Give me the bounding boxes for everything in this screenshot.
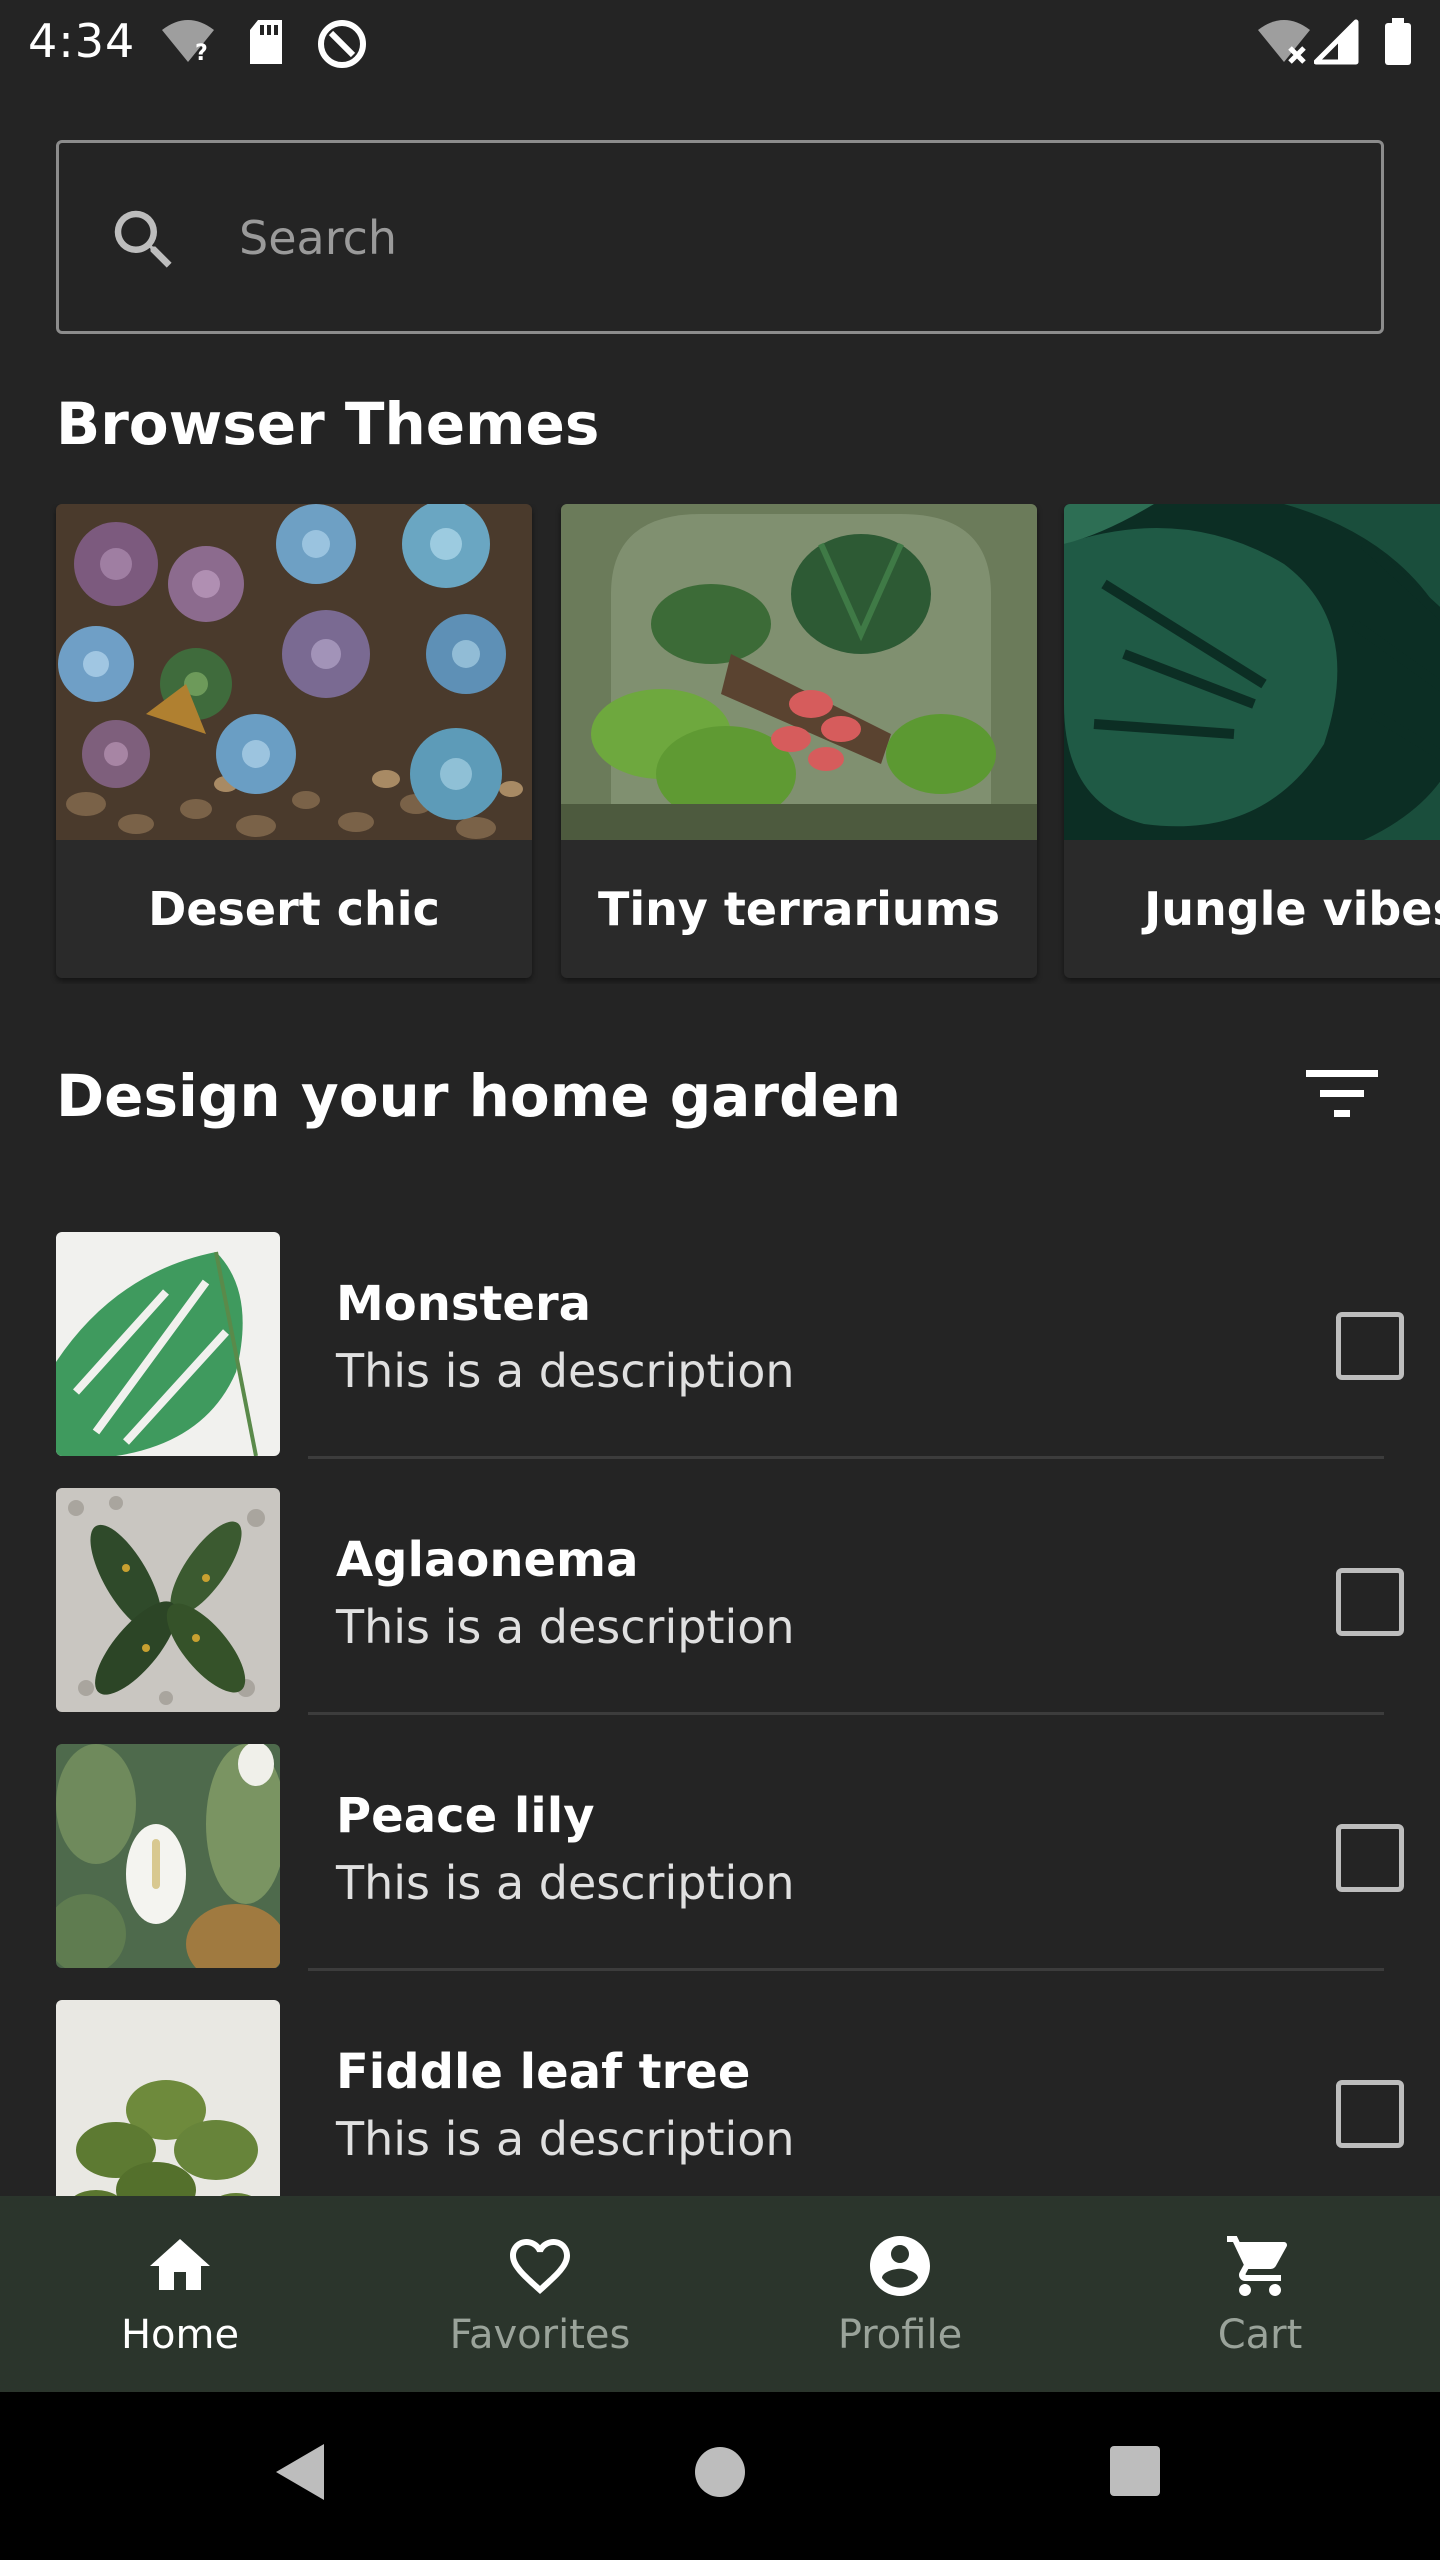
plant-checkbox[interactable]: [1336, 1568, 1404, 1636]
tiny-terrariums-image: [561, 504, 1037, 840]
nav-label: Favorites: [449, 2312, 631, 2358]
theme-card-desert-chic[interactable]: Desert chic: [56, 504, 532, 978]
plant-checkbox[interactable]: [1336, 1824, 1404, 1892]
plant-thumbnail: [56, 2000, 280, 2224]
desert-chic-image: [56, 504, 532, 840]
divider: [308, 1456, 1384, 1459]
account-circle-icon: [870, 2236, 930, 2296]
system-navigation-bar: [0, 2392, 1440, 2560]
plant-description: This is a description: [336, 1856, 795, 1910]
status-time: 4:34: [28, 14, 136, 68]
plant-name: Peace lily: [336, 1788, 595, 1844]
themes-carousel[interactable]: Desert chic Tiny terrariums Jungle vibes: [0, 504, 1440, 984]
garden-title: Design your home garden: [56, 1062, 902, 1130]
plant-name: Fiddle leaf tree: [336, 2044, 751, 2100]
theme-label: Jungle vibes: [1144, 882, 1440, 936]
battery-icon: [1385, 18, 1411, 65]
nav-label: Profile: [837, 2312, 963, 2358]
theme-label: Tiny terrariums: [597, 882, 1000, 936]
divider: [308, 1712, 1384, 1715]
nav-profile[interactable]: Profile: [720, 2196, 1080, 2392]
list-item[interactable]: Aglaonema This is a description: [0, 1488, 1440, 1744]
nav-label: Home: [120, 2312, 240, 2358]
cell-signal-icon: [1314, 19, 1359, 65]
divider: [308, 1968, 1384, 1971]
wifi-question-icon: ?: [162, 20, 214, 66]
search-icon: [114, 210, 172, 268]
bottom-navigation: Home Favorites Profile Cart: [0, 2196, 1440, 2392]
list-item[interactable]: Monstera This is a description: [0, 1232, 1440, 1488]
plant-description: This is a description: [336, 1600, 795, 1654]
plant-description: This is a description: [336, 1344, 795, 1398]
home-icon: [150, 2239, 210, 2290]
cart-icon: [1227, 2236, 1288, 2296]
plant-checkbox[interactable]: [1336, 1312, 1404, 1380]
search-bar[interactable]: [56, 140, 1384, 334]
plant-thumbnail: [56, 1232, 280, 1456]
sd-card-icon: [250, 20, 282, 64]
plant-name: Aglaonema: [336, 1532, 639, 1588]
wifi-off-icon: [1258, 20, 1310, 64]
jungle-vibes-image: [1064, 504, 1440, 840]
search-input[interactable]: [239, 183, 1339, 293]
list-item[interactable]: Peace lily This is a description: [0, 1744, 1440, 2000]
nav-label: Cart: [1217, 2312, 1303, 2358]
plant-thumbnail: [56, 1744, 280, 1968]
app-screen: 4:34 ? Search Browser Themes Desert chic…: [0, 0, 1440, 2560]
nav-cart[interactable]: Cart: [1080, 2196, 1440, 2392]
filter-icon[interactable]: [1306, 1068, 1378, 1120]
plant-thumbnail: [56, 1488, 280, 1712]
svg-text:?: ?: [195, 41, 208, 66]
back-icon[interactable]: [272, 2442, 326, 2502]
themes-title: Browser Themes: [56, 390, 600, 458]
heart-icon: [510, 2239, 570, 2295]
recents-icon[interactable]: [1108, 2442, 1162, 2502]
theme-card-tiny-terrariums[interactable]: Tiny terrariums: [561, 504, 1037, 978]
nav-home[interactable]: Home: [0, 2196, 360, 2392]
nav-favorites[interactable]: Favorites: [360, 2196, 720, 2392]
theme-label: Desert chic: [148, 882, 440, 936]
theme-card-jungle-vibes[interactable]: Jungle vibes: [1064, 504, 1440, 978]
plant-checkbox[interactable]: [1336, 2080, 1404, 2148]
plant-name: Monstera: [336, 1276, 592, 1332]
plant-description: This is a description: [336, 2112, 795, 2166]
status-bar: 4:34 ?: [0, 0, 1440, 84]
home-circle-icon[interactable]: [694, 2442, 746, 2502]
data-saver-icon: [318, 20, 366, 68]
